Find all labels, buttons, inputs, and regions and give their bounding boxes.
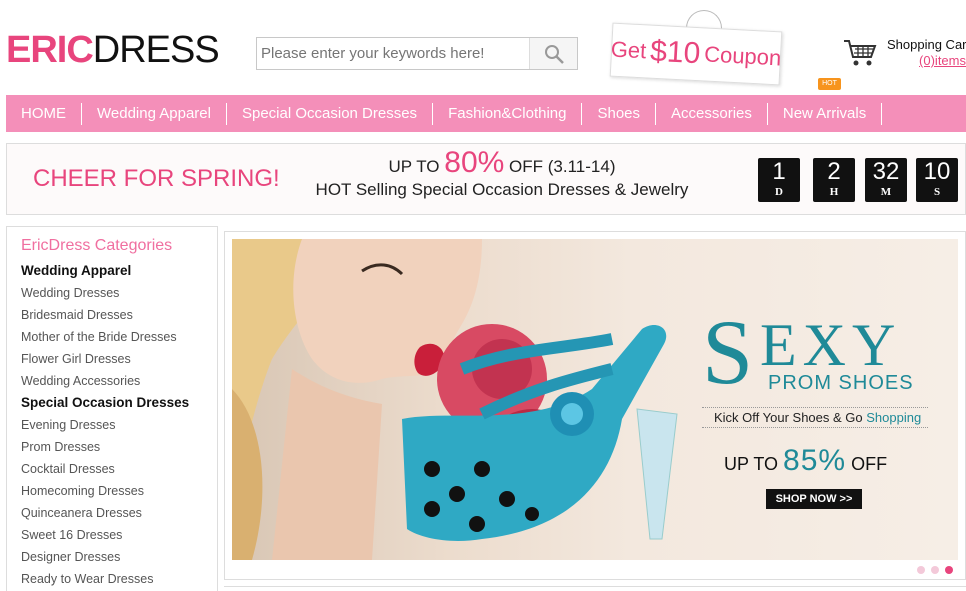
nav-item-home[interactable]: HOME bbox=[6, 102, 82, 125]
nav-item-accessories[interactable]: Accessories bbox=[656, 102, 768, 125]
divider bbox=[224, 586, 966, 587]
countdown-hours-value: 2 bbox=[827, 158, 841, 185]
nav-item-wedding-apparel[interactable]: Wedding Apparel bbox=[82, 102, 227, 125]
countdown-minutes-unit: M bbox=[880, 186, 892, 198]
nav-item-new-arrivals[interactable]: New Arrivals bbox=[768, 102, 883, 125]
logo-dress: DRESS bbox=[92, 29, 220, 71]
sidebar-category-link[interactable]: Evening Dresses bbox=[21, 414, 217, 436]
promo-banner[interactable]: CHEER FOR SPRING! UP TO 80% OFF (3.11-14… bbox=[6, 143, 966, 215]
hero-tagline-text: Kick Off Your Shoes & Go bbox=[714, 410, 863, 425]
coupon-text-before: Get bbox=[610, 36, 647, 64]
carousel-dot-1[interactable] bbox=[917, 566, 925, 574]
category-list: Wedding Apparel Wedding Dresses Bridesmaid… bbox=[21, 260, 217, 590]
sidebar-category-link[interactable]: Ready to Wear Dresses bbox=[21, 568, 217, 590]
sidebar-title: EricDress Categories bbox=[21, 237, 173, 254]
carousel-dot-3[interactable] bbox=[945, 566, 953, 574]
hero-percent: 85% bbox=[783, 444, 847, 477]
promo-headline: CHEER FOR SPRING! bbox=[33, 165, 280, 192]
promo-subline: HOT Selling Special Occasion Dresses & J… bbox=[315, 180, 689, 199]
shop-now-button[interactable]: SHOP NOW >> bbox=[766, 489, 862, 509]
sidebar-group-heading[interactable]: Special Occasion Dresses bbox=[21, 392, 217, 414]
promo-off-dates: OFF (3.11-14) bbox=[509, 157, 616, 176]
countdown-hours: 2 H bbox=[813, 158, 855, 202]
sidebar-category-link[interactable]: Quinceanera Dresses bbox=[21, 502, 217, 524]
sidebar-category-link[interactable]: Prom Dresses bbox=[21, 436, 217, 458]
hero-model-image bbox=[232, 239, 678, 560]
promo-percent: 80% bbox=[444, 146, 505, 179]
sidebar-category-link[interactable]: Sweet 16 Dresses bbox=[21, 524, 217, 546]
cart-items-link[interactable]: (0)items bbox=[919, 53, 966, 68]
page: ERICDRESS Get $10 Coupon Shopping Cart bbox=[0, 0, 966, 591]
cart-label: Shopping Cart bbox=[887, 37, 966, 52]
search-bar bbox=[256, 37, 578, 70]
hero-tagline: Kick Off Your Shoes & Go Shopping bbox=[702, 407, 928, 428]
countdown-days: 1 D bbox=[758, 158, 800, 202]
hero-title-rest: EXY bbox=[760, 312, 902, 378]
sidebar-category-link[interactable]: Flower Girl Dresses bbox=[21, 348, 217, 370]
sidebar-category-link[interactable]: Designer Dresses bbox=[21, 546, 217, 568]
countdown-minutes-value: 32 bbox=[872, 158, 900, 185]
search-input[interactable] bbox=[257, 38, 529, 69]
logo-eric: ERIC bbox=[6, 29, 94, 71]
nav-item-special-occasion[interactable]: Special Occasion Dresses bbox=[227, 102, 434, 125]
sidebar-category-link[interactable]: Wedding Dresses bbox=[21, 282, 217, 304]
sidebar-category-link[interactable]: Cocktail Dresses bbox=[21, 458, 217, 480]
search-icon bbox=[544, 44, 564, 64]
promo-up-to: UP TO bbox=[388, 157, 440, 176]
countdown-minutes: 32 M bbox=[865, 158, 907, 202]
sidebar-category-link[interactable]: Mother of the Bride Dresses bbox=[21, 326, 217, 348]
countdown-days-value: 1 bbox=[772, 158, 786, 185]
carousel-dot-2[interactable] bbox=[931, 566, 939, 574]
countdown-seconds: 10 S bbox=[916, 158, 958, 202]
promo-offer-line: UP TO 80% OFF (3.11-14) bbox=[307, 146, 697, 180]
nav-item-fashion-clothing[interactable]: Fashion&Clothing bbox=[433, 102, 583, 125]
sidebar-category-link[interactable]: Bridesmaid Dresses bbox=[21, 304, 217, 326]
promo-offer: UP TO 80% OFF (3.11-14) HOT Selling Spec… bbox=[307, 146, 697, 200]
hero-banner[interactable]: S EXY PROM SHOES Kick Off Your Shoes & Go… bbox=[232, 239, 958, 560]
countdown-seconds-value: 10 bbox=[923, 158, 951, 185]
hero-off: OFF bbox=[851, 454, 888, 474]
countdown-seconds-unit: S bbox=[933, 186, 941, 198]
shopping-cart[interactable]: Shopping Cart (0)items bbox=[842, 36, 966, 72]
main-nav: HOME Wedding Apparel Special Occasion Dr… bbox=[6, 95, 966, 132]
hero-tagline-link: Shopping bbox=[866, 410, 922, 425]
cart-icon bbox=[844, 40, 877, 66]
coupon-amount: $10 bbox=[649, 34, 702, 71]
sidebar-group-heading[interactable]: Wedding Apparel bbox=[21, 260, 217, 282]
coupon-text-after: Coupon bbox=[703, 41, 782, 71]
carousel-dots bbox=[917, 566, 953, 574]
hero-up-to: UP TO bbox=[724, 454, 779, 474]
category-sidebar: EricDress Categories Wedding Apparel Wedd… bbox=[6, 226, 218, 591]
sidebar-category-link[interactable]: Wedding Accessories bbox=[21, 370, 217, 392]
site-logo[interactable]: ERICDRESS bbox=[6, 29, 220, 71]
countdown-hours-unit: H bbox=[829, 186, 839, 198]
search-button[interactable] bbox=[529, 38, 577, 69]
sidebar-category-link[interactable]: Homecoming Dresses bbox=[21, 480, 217, 502]
hot-badge: HOT bbox=[818, 78, 841, 90]
hero-subtitle: PROM SHOES bbox=[768, 372, 914, 394]
nav-item-shoes[interactable]: Shoes bbox=[582, 102, 657, 125]
countdown-days-unit: D bbox=[775, 186, 783, 198]
hero-discount: UP TO 85% OFF bbox=[724, 444, 887, 478]
coupon-tag[interactable]: Get $10 Coupon bbox=[609, 22, 783, 86]
hero-title: S EXY bbox=[702, 306, 895, 398]
hero-title-initial: S bbox=[702, 301, 754, 403]
